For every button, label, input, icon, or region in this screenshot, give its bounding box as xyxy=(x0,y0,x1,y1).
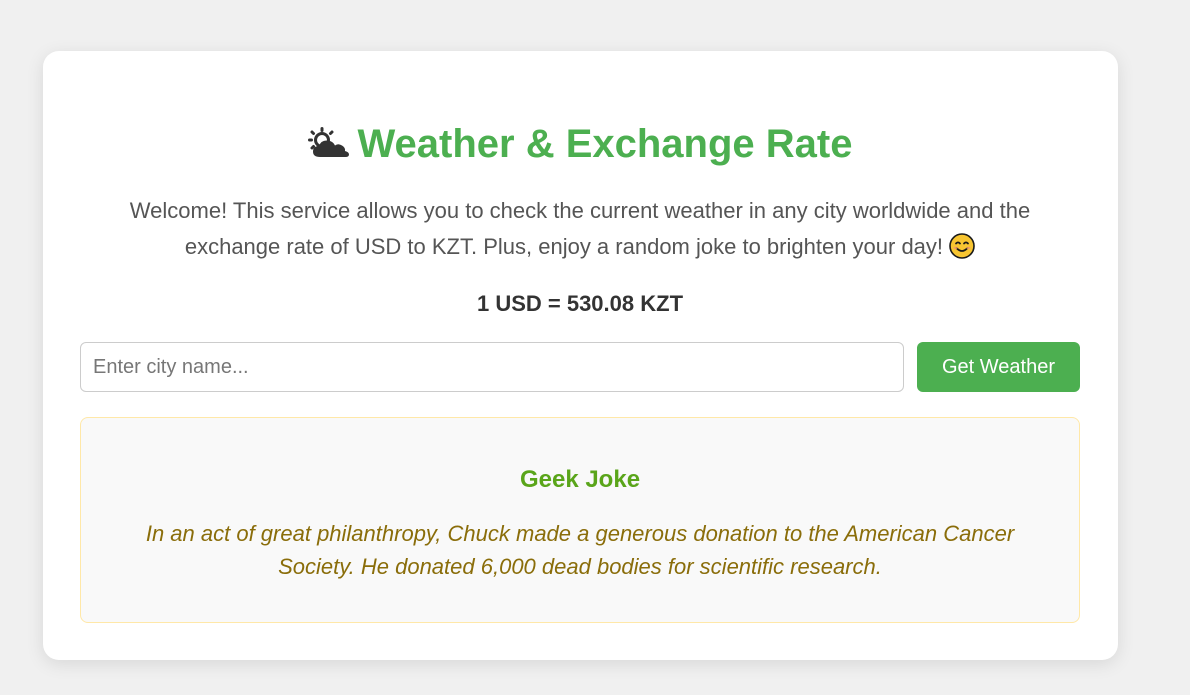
exchange-rate: 1 USD = 530.08 KZT xyxy=(476,291,684,316)
intro-text: Welcome! This service allows you to chec… xyxy=(100,193,1060,270)
intro-message: Welcome! This service allows you to chec… xyxy=(129,198,1031,259)
page-title: Weather & Exchange Rate xyxy=(0,120,1160,170)
joke-text: In an act of great philanthropy, Chuck m… xyxy=(145,521,1015,579)
get-weather-button[interactable]: Get Weather xyxy=(917,342,1080,392)
sun-behind-cloud-icon xyxy=(307,122,350,170)
smiling-face-icon xyxy=(949,233,975,270)
city-search-input[interactable] xyxy=(80,342,904,392)
page-title-text: Weather & Exchange Rate xyxy=(357,122,853,166)
joke-heading: Geek Joke xyxy=(519,466,641,493)
joke-card: Geek Joke In an act of great philanthrop… xyxy=(80,417,1080,623)
